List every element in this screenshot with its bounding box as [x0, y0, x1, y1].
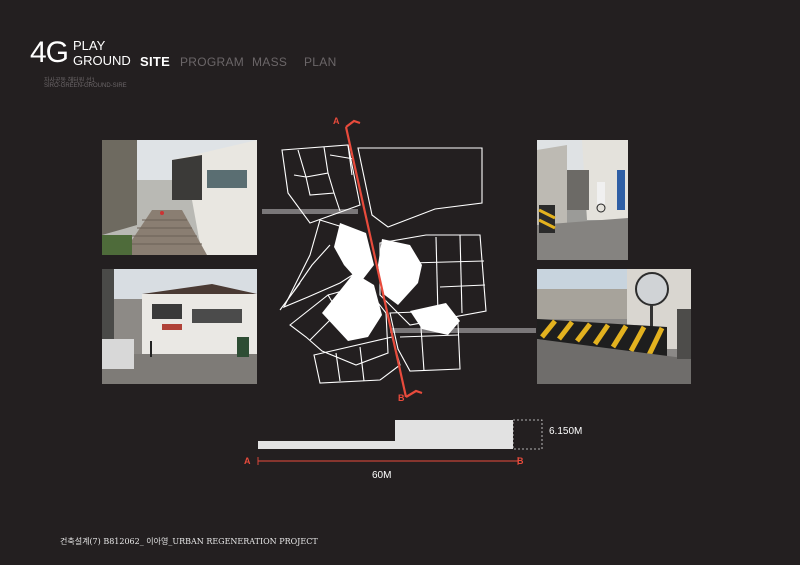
- map-label-b: B: [398, 393, 405, 403]
- site-block-2: [378, 239, 422, 305]
- section-point-b: B: [517, 456, 524, 466]
- photo-barrier-right-bottom: [537, 269, 691, 384]
- section-profile: [257, 419, 543, 465]
- section-mass: [258, 420, 513, 449]
- site-map: [279, 119, 487, 398]
- site-block-3: [322, 273, 382, 341]
- length-label: 60M: [372, 470, 392, 481]
- site-block-4: [410, 303, 460, 335]
- photo-street-left-bottom: [102, 269, 257, 384]
- photo-stairs-left-top: [102, 140, 257, 255]
- height-label: 6.150M: [549, 426, 583, 437]
- map-label-a: A: [333, 116, 340, 126]
- section-point-a: A: [244, 456, 251, 466]
- footer-credit: 건축설계(7) B812062_ 이아영_URBAN REGENERATION …: [60, 537, 318, 546]
- height-dim-box: [512, 419, 543, 450]
- photo-alley-right-top: [537, 140, 628, 260]
